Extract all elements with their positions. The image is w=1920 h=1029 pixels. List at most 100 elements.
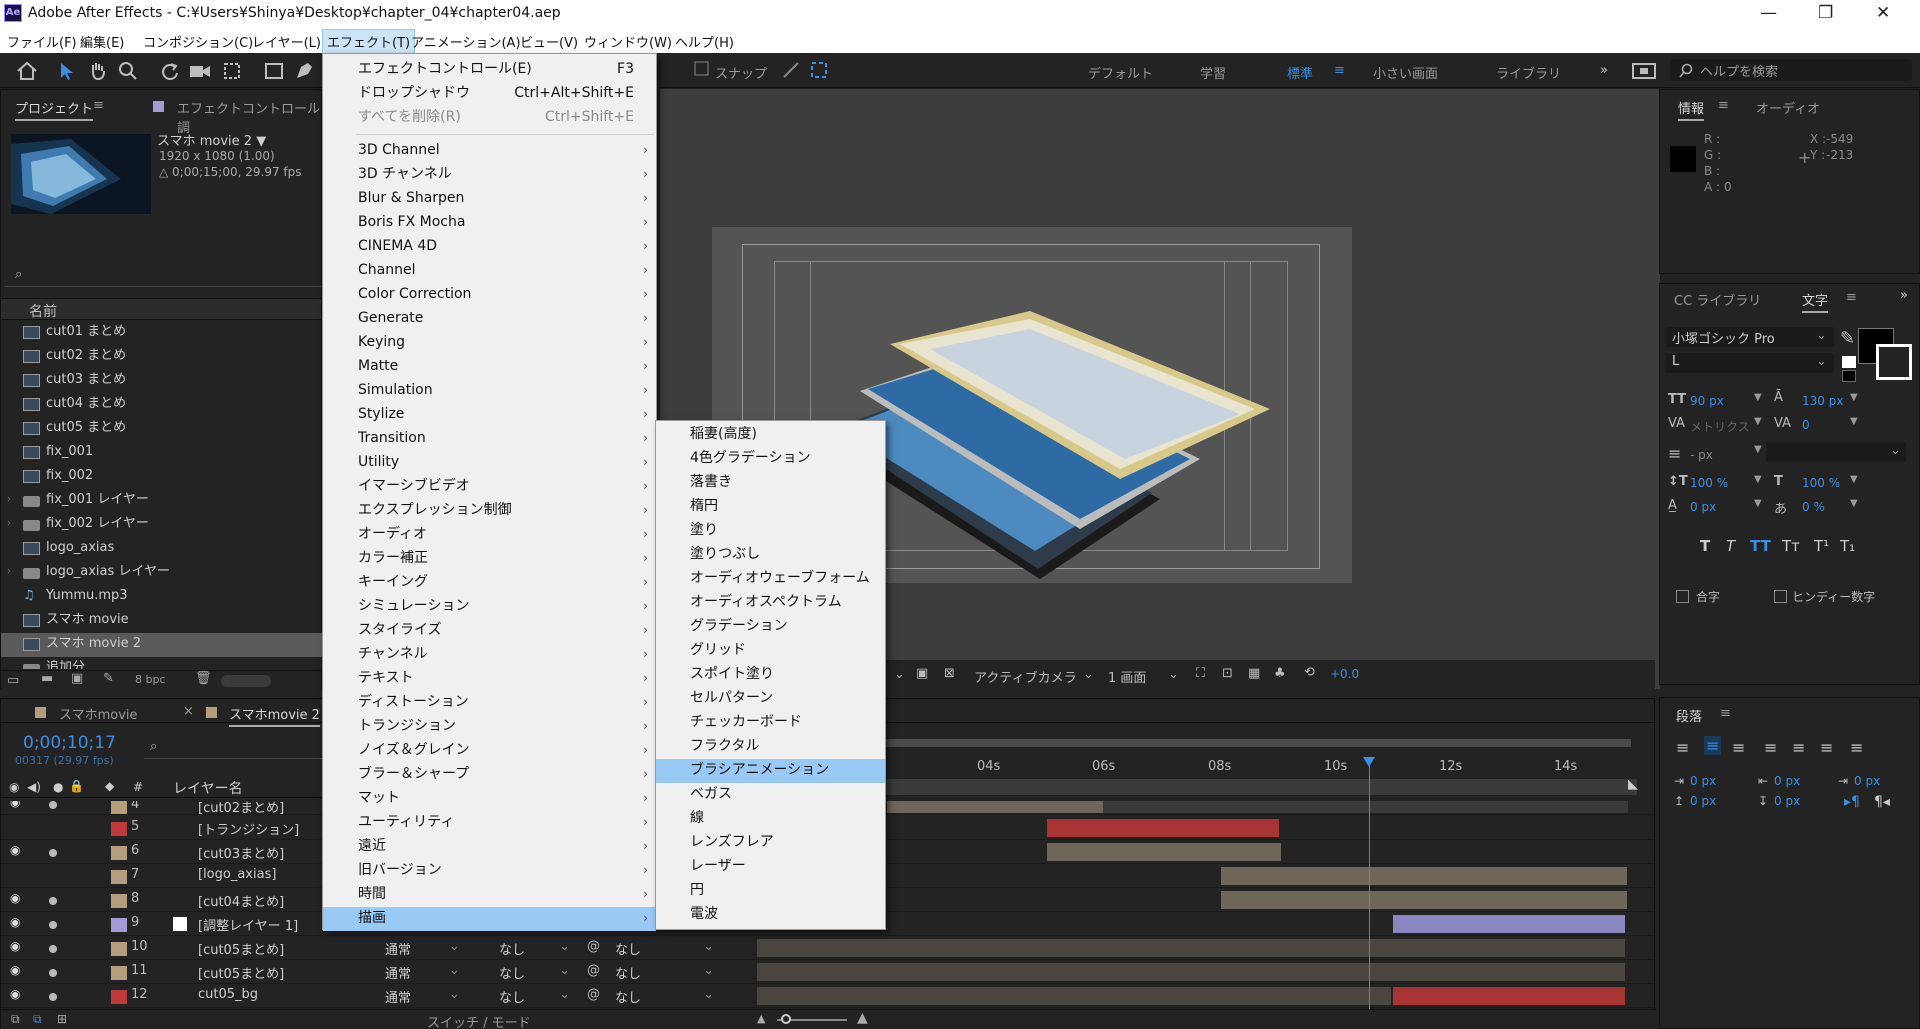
solo-dot-icon[interactable] [49,969,57,977]
visibility-eye-icon[interactable]: ◉ [10,915,20,929]
horizontal-scale-value[interactable]: 100 % [1802,476,1840,490]
menu-item-category[interactable]: スタイライズ › [323,619,656,643]
menu-view[interactable]: ビュー(V) [516,31,582,52]
layer-duration-bar[interactable] [1393,987,1625,1005]
expand-panel-icon[interactable]: » [1900,288,1908,303]
workspace-libraries[interactable]: ライブラリ [1496,63,1561,82]
menu-item-effect[interactable]: フラクタル [656,735,885,759]
list-item[interactable]: › logo_axias レイヤー [1,561,323,585]
info-panel-menu-icon[interactable]: ≡ [1718,98,1729,113]
eyedropper-icon[interactable]: ✎ [1840,328,1855,349]
menu-item-effect[interactable]: グリッド [656,639,885,663]
video-switch-icon[interactable]: ◉ [9,780,19,794]
menu-item-category[interactable]: 時間 › [323,883,656,907]
tab-close-icon[interactable]: × [183,704,194,719]
interpret-footage-icon[interactable]: ▭ [7,673,19,688]
label-color[interactable] [111,990,127,1004]
fast-preview-icon[interactable]: ⊡ [1222,666,1233,681]
menu-item-category[interactable]: ノイズ＆グレイン › [323,739,656,763]
label-color[interactable] [111,966,127,980]
new-comp-icon[interactable]: ▣ [71,671,83,686]
stroke-color-swatch[interactable] [1876,344,1912,380]
chevron-down-icon[interactable]: ▼ [1754,392,1762,403]
snap-edge-icon[interactable] [782,61,800,79]
visibility-eye-icon[interactable]: ◉ [10,801,20,809]
layer-duration-bar[interactable] [1393,915,1625,933]
expand-chevron-icon[interactable]: › [7,561,11,583]
justify-center-icon[interactable]: ≡ [1792,738,1805,757]
menu-item-category[interactable]: オーディオ › [323,523,656,547]
menu-item-brush-animation[interactable]: ブラシアニメーション [656,759,885,783]
rectangle-tool-icon[interactable] [264,61,284,81]
vertical-scale-value[interactable]: 100 % [1690,476,1728,490]
layer-name[interactable]: [cut03まとめ] [198,843,284,862]
list-item[interactable]: › fix_002 レイヤー [1,513,323,537]
solo-switch-icon[interactable]: ● [53,780,63,794]
parent-select[interactable]: なし [615,939,641,958]
active-camera-select[interactable]: アクティブカメラ [974,667,1077,686]
exposure-value[interactable]: +0.0 [1330,667,1359,681]
layer-name[interactable]: [cut02まとめ] [198,801,284,814]
menu-item-effect[interactable]: レンズフレア [656,831,885,855]
menu-item-category[interactable]: マット › [323,787,656,811]
menu-item-category[interactable]: テキスト › [323,667,656,691]
parent-pickwhip-icon[interactable]: @ [587,963,600,978]
ltr-direction-icon[interactable]: ▸¶ [1844,794,1860,810]
menu-item-category[interactable]: エクスプレッション制御 › [323,499,656,523]
zoom-tool-icon[interactable] [118,61,138,81]
menu-item-category[interactable]: CINEMA 4D › [323,235,656,259]
chevron-down-icon[interactable]: ⌄ [1168,667,1179,682]
visibility-eye-icon[interactable]: ◉ [10,987,20,1001]
views-select[interactable]: 1 画面 [1108,667,1146,686]
stroke-type-select[interactable]: ⌄ [1766,442,1906,462]
chevron-down-icon[interactable]: ⌄ [559,987,570,1002]
layer-row[interactable]: ◉ 10 [cut05まとめ] 通常 ⌄ なし ⌄ @ なし ⌄ [1,936,1656,960]
new-folder-icon[interactable]: ▬ [41,671,53,686]
label-color[interactable] [111,801,127,814]
layer-duration-bar[interactable] [757,963,1625,981]
parent-pickwhip-icon[interactable]: @ [587,987,600,1002]
chevron-down-icon[interactable]: ▼ [1850,498,1858,509]
chevron-down-icon[interactable]: ▼ [1754,498,1762,509]
chevron-down-icon[interactable]: ⌄ [703,987,714,1002]
justify-left-icon[interactable]: ≡ [1764,738,1777,757]
align-left-icon[interactable]: ≡ [1676,738,1689,757]
character-panel-menu-icon[interactable]: ≡ [1846,290,1857,305]
indent-left-value[interactable]: 0 px [1690,774,1716,788]
list-item[interactable]: logo_axias [1,537,323,561]
lock-icon[interactable]: 🔒 [69,779,84,793]
menu-item-category[interactable]: Stylize › [323,403,656,427]
space-after-value[interactable]: 0 px [1774,794,1800,808]
menu-help[interactable]: ヘルプ(H) [671,31,738,52]
transparency-grid-icon[interactable]: ⊠ [944,666,955,681]
list-item[interactable]: ♫ Yummu.mp3 [1,585,323,609]
snapshot-icon[interactable]: ▣ [916,666,928,681]
label-color[interactable] [111,894,127,908]
kerning-value[interactable]: メトリクス [1690,418,1750,435]
visibility-eye-icon[interactable]: ◉ [10,891,20,905]
menu-item-effect[interactable]: 落書き [656,471,885,495]
rtl-direction-icon[interactable]: ¶◂ [1874,794,1890,810]
tab-info[interactable]: 情報 [1678,98,1705,121]
menu-composition[interactable]: コンポジション(C) [139,31,257,52]
visibility-eye-icon[interactable]: ◉ [10,939,20,953]
justify-right-icon[interactable]: ≡ [1820,738,1833,757]
align-center-icon[interactable]: ≡ [1704,736,1722,755]
chevron-down-icon[interactable]: ⌄ [894,667,905,682]
parent-select[interactable]: なし [615,963,641,982]
menu-item-category[interactable]: 3D Channel › [323,139,656,163]
home-icon[interactable] [16,61,38,81]
layer-row[interactable]: ◉ 12 cut05_bg 通常 ⌄ なし ⌄ @ なし ⌄ [1,984,1656,1008]
menu-item-effect[interactable]: オーディオスペクトラム [656,591,885,615]
tab-character[interactable]: 文字 [1802,290,1829,313]
snap-checkbox[interactable] [694,61,710,77]
menu-item-category[interactable]: Transition › [323,427,656,451]
pen-tool-icon[interactable] [294,61,314,81]
menu-item-category[interactable]: チャンネル › [323,643,656,667]
layer-duration-bar[interactable] [1047,819,1279,837]
zoom-out-icon[interactable]: ▲ [757,1012,765,1025]
timeline-search-input[interactable]: ⌕ [144,739,324,759]
playhead-line[interactable] [1369,759,1370,1009]
menu-item-category[interactable]: ディストーション › [323,691,656,715]
layer-duration-bar[interactable] [757,987,1391,1005]
